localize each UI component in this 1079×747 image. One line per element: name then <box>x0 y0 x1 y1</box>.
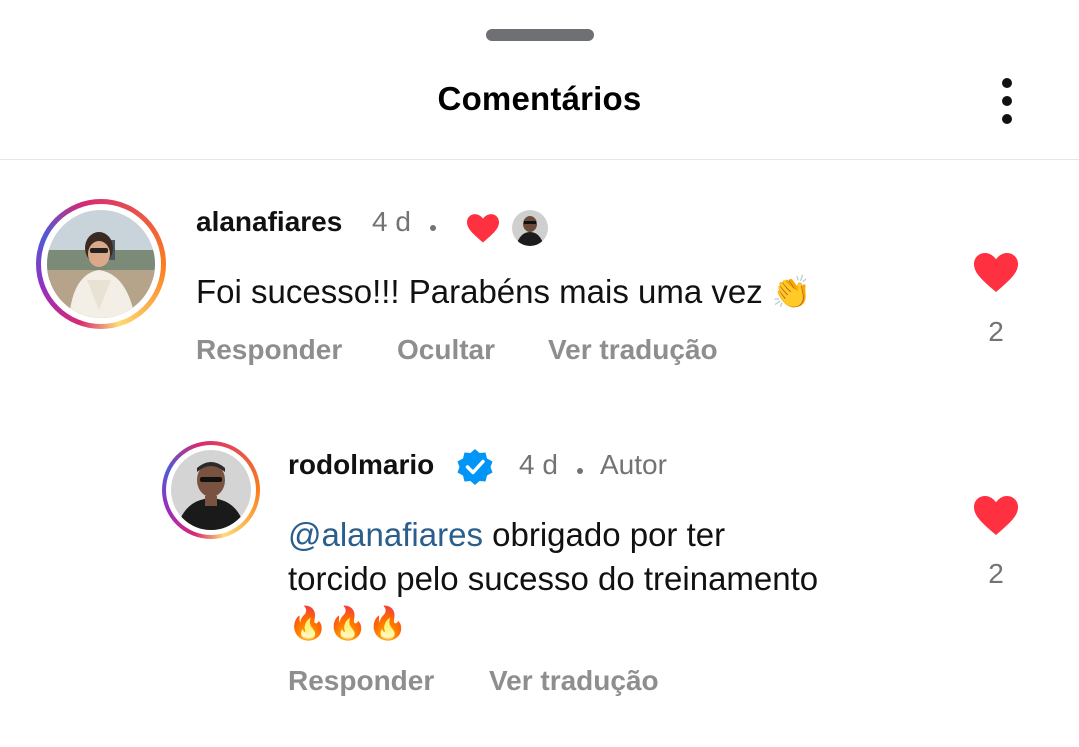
like-count: 2 <box>988 558 1004 589</box>
comment-username[interactable]: alanafiares <box>196 206 342 238</box>
hide-button[interactable]: Ocultar <box>397 334 495 366</box>
more-options-icon[interactable] <box>996 76 1020 126</box>
reply-body-line2: torcido pelo sucesso do treinamento <box>288 560 819 597</box>
comment-body: Foi sucesso!!! Parabéns mais uma vez <box>196 273 763 310</box>
avatar[interactable] <box>36 199 166 329</box>
separator-dot <box>430 225 436 231</box>
author-liked-avatar <box>512 210 548 246</box>
fire-emoji: 🔥🔥🔥 <box>288 604 408 642</box>
like-count: 2 <box>988 316 1004 347</box>
translate-button[interactable]: Ver tradução <box>548 334 718 366</box>
reply-button[interactable]: Responder <box>288 665 434 697</box>
like-heart-icon[interactable] <box>971 250 1021 294</box>
comment-text: Foi sucesso!!! Parabéns mais uma vez 👏 <box>196 270 812 314</box>
avatar[interactable] <box>162 441 260 539</box>
separator-dot <box>577 468 583 474</box>
translate-button[interactable]: Ver tradução <box>489 665 659 697</box>
author-liked-heart-icon <box>467 214 499 243</box>
clap-emoji: 👏 <box>771 273 812 311</box>
comments-sheet: Comentários alanafiares 4 d Foi sucesso!… <box>0 0 1079 747</box>
header-divider <box>0 159 1079 160</box>
mention-link[interactable]: @alanafiares <box>288 516 483 553</box>
reply-body-line1: obrigado por ter <box>482 516 726 553</box>
drag-handle[interactable] <box>486 29 594 41</box>
reply-time: 4 d <box>519 449 558 480</box>
author-badge: Autor <box>600 449 667 480</box>
avatar-photo <box>47 210 155 318</box>
reply-button[interactable]: Responder <box>196 334 342 366</box>
comment-time: 4 d <box>372 206 411 237</box>
reply-username[interactable]: rodolmario <box>288 449 434 481</box>
verified-badge-icon <box>457 449 493 485</box>
avatar-photo <box>171 450 251 530</box>
reply-text: @alanafiares obrigado por ter torcido pe… <box>288 513 818 645</box>
like-heart-icon[interactable] <box>971 493 1021 537</box>
page-title: Comentários <box>437 80 642 117</box>
